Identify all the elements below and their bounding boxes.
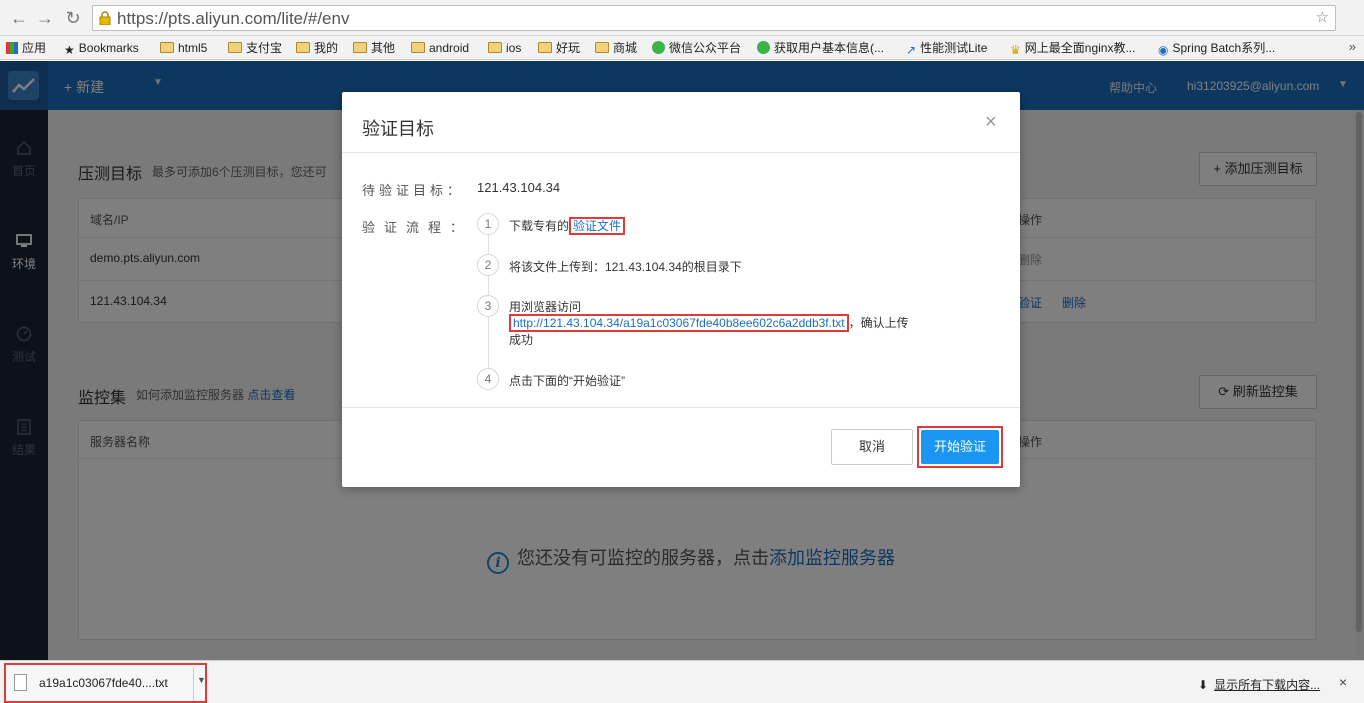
step-number: 2 <box>477 254 499 276</box>
download-verify-file-link[interactable]: 验证文件 <box>569 217 626 235</box>
chevron-right-icon[interactable]: » <box>1349 39 1356 54</box>
bookmark-wechat[interactable]: 微信公众平台 <box>652 39 741 57</box>
bookmark-mall[interactable]: 商城 <box>595 39 637 57</box>
step-1: 下载专有的 验证文件 <box>509 217 626 235</box>
trophy-icon: ♛ <box>1010 43 1021 57</box>
apps-grid-icon <box>6 42 18 54</box>
folder-icon <box>296 42 310 53</box>
verify-target-dialog: 验证目标 × 待验证目标： 121.43.104.34 验证流程： 1 下载专有… <box>342 92 1020 487</box>
cancel-button[interactable]: 取消 <box>831 429 913 465</box>
step-number: 4 <box>477 368 499 390</box>
download-arrow-icon: ⬇ <box>1198 678 1209 692</box>
flow-label: 验证流程： <box>362 220 473 235</box>
bookmark-springbatch[interactable]: ◉ Spring Batch系列... <box>1158 39 1275 57</box>
divider <box>193 667 194 701</box>
bookmark-bookmarks[interactable]: ★ Bookmarks <box>64 39 139 57</box>
bookmarks-bar: 应用 ★ Bookmarks html5 支付宝 我的 其他 android io… <box>0 36 1364 60</box>
folder-icon <box>353 42 367 53</box>
back-arrow-icon[interactable]: ← <box>8 7 30 29</box>
dialog-title: 验证目标 <box>362 119 434 139</box>
download-file-name: a19a1c03067fde40....txt <box>39 676 168 690</box>
step-3-tail: 成功 <box>509 333 534 347</box>
close-icon[interactable]: × <box>1339 674 1347 690</box>
target-value: 121.43.104.34 <box>477 180 561 195</box>
close-icon[interactable]: × <box>985 111 997 134</box>
start-verify-button[interactable]: 开始验证 <box>921 430 999 464</box>
bookmark-other[interactable]: 其他 <box>353 39 395 57</box>
bookmark-pts[interactable]: ↗ 性能测试Lite <box>906 39 987 57</box>
folder-icon <box>488 42 502 53</box>
bookmark-html5[interactable]: html5 <box>160 39 207 57</box>
bookmark-mine[interactable]: 我的 <box>296 39 338 57</box>
star-icon: ★ <box>64 43 75 57</box>
chart-line-icon: ↗ <box>906 43 917 57</box>
step-3-url-line: http://121.43.104.34/a19a1c03067fde40b8e… <box>509 314 909 332</box>
folder-icon <box>411 42 425 53</box>
bookmark-nginx[interactable]: ♛ 网上最全面nginx教... <box>1010 39 1135 57</box>
step-2: 将该文件上传到：121.43.104.34的根目录下 <box>509 260 742 274</box>
reload-icon[interactable]: ↻ <box>62 7 84 29</box>
step-number: 1 <box>477 213 499 235</box>
file-icon <box>14 674 27 691</box>
target-label: 待验证目标： <box>362 183 465 198</box>
start-verify-highlight: 开始验证 <box>917 426 1003 468</box>
wechat-icon <box>652 41 665 54</box>
wechat-icon <box>757 41 770 54</box>
folder-icon <box>595 42 609 53</box>
step-number: 3 <box>477 295 499 317</box>
download-item[interactable]: a19a1c03067fde40....txt ▼ <box>4 663 207 703</box>
show-all-downloads-link[interactable]: ⬇ 显示所有下载内容... <box>1198 676 1320 693</box>
bookmark-userinfo[interactable]: 获取用户基本信息(... <box>757 39 884 57</box>
bookmark-alipay[interactable]: 支付宝 <box>228 39 282 57</box>
bookmark-star-icon[interactable]: ☆ <box>1316 8 1329 26</box>
bookmark-fun[interactable]: 好玩 <box>538 39 580 57</box>
divider <box>342 152 1020 153</box>
forward-arrow-icon[interactable]: → <box>34 7 56 29</box>
bookmark-android[interactable]: android <box>411 39 469 57</box>
bookmark-apps[interactable]: 应用 <box>6 39 46 57</box>
download-bar: a19a1c03067fde40....txt ▼ ⬇ 显示所有下载内容... × <box>0 660 1364 703</box>
address-bar[interactable]: https://pts.aliyun.com/lite/#/env ☆ <box>92 5 1336 31</box>
caret-down-icon[interactable]: ▼ <box>197 675 206 685</box>
folder-icon <box>228 42 242 53</box>
divider <box>342 407 1020 408</box>
lock-icon <box>99 11 111 25</box>
folder-icon <box>160 42 174 53</box>
step-3-label: 用浏览器访问 <box>509 300 582 314</box>
bookmark-ios[interactable]: ios <box>488 39 521 57</box>
verify-url-link[interactable]: http://121.43.104.34/a19a1c03067fde40b8e… <box>509 314 849 332</box>
browser-toolbar: ← → ↻ https://pts.aliyun.com/lite/#/env … <box>0 0 1364 36</box>
step-4: 点击下面的“开始验证” <box>509 374 625 388</box>
site-icon: ◉ <box>1158 43 1169 57</box>
url-text: https://pts.aliyun.com/lite/#/env <box>117 9 350 28</box>
folder-icon <box>538 42 552 53</box>
